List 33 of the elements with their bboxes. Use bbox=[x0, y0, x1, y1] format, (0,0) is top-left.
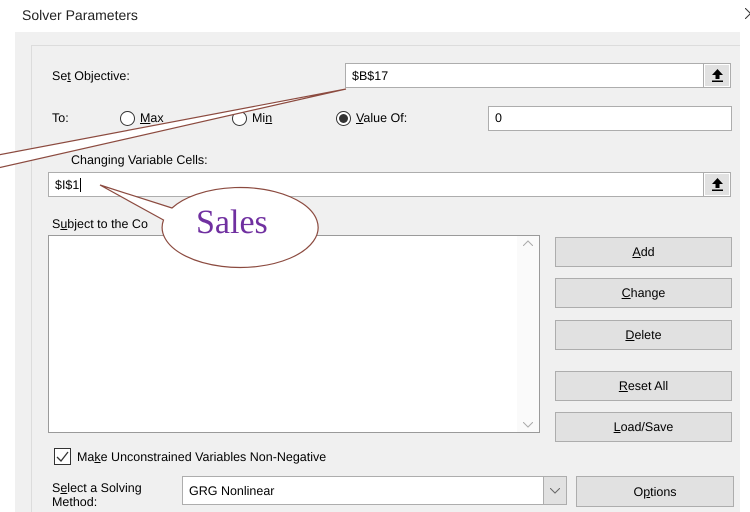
radio-label[interactable]: Min bbox=[252, 111, 272, 125]
radio-label[interactable]: Max bbox=[140, 111, 164, 125]
field-label: Set Objective: bbox=[51, 68, 131, 82]
window-title: Solver Parameters bbox=[22, 7, 138, 23]
callout-text: Sales bbox=[196, 206, 268, 240]
action-button[interactable]: Load/Save bbox=[555, 412, 732, 442]
field-label: To: bbox=[51, 111, 70, 125]
checkbox[interactable] bbox=[54, 448, 71, 465]
variable-cells-field[interactable]: $I$1 bbox=[48, 172, 731, 197]
action-button[interactable]: Add bbox=[555, 237, 732, 267]
cell-reference-text: $B$17 bbox=[352, 68, 388, 82]
field-label: Subject to the Co bbox=[51, 217, 148, 231]
upload-arrow-icon bbox=[712, 69, 722, 82]
text-caret bbox=[80, 178, 82, 192]
field-label: Changing Variable Cells: bbox=[70, 153, 208, 167]
checkbox-label: Make Unconstrained Variables Non-Negative bbox=[77, 450, 326, 464]
action-button[interactable]: Delete bbox=[555, 320, 732, 350]
chevron-down-icon bbox=[550, 488, 560, 494]
radio-button[interactable] bbox=[336, 110, 351, 126]
action-button[interactable]: Reset All bbox=[555, 371, 732, 401]
radio-button[interactable] bbox=[120, 110, 135, 126]
objective-field[interactable]: $B$17 bbox=[345, 63, 731, 88]
radio-label[interactable]: Value Of: bbox=[356, 111, 408, 125]
action-button[interactable]: Change bbox=[555, 278, 732, 308]
dropdown-value: GRG Nonlinear bbox=[188, 482, 276, 500]
options-button[interactable]: Options bbox=[576, 476, 734, 507]
field-label: Select a Solving Method: bbox=[51, 480, 143, 509]
value-field[interactable]: 0 bbox=[488, 106, 732, 130]
collapse-button[interactable] bbox=[704, 173, 730, 196]
collapse-button[interactable] bbox=[704, 64, 730, 87]
cell-reference-text: $I$1 bbox=[55, 178, 80, 192]
upload-arrow-icon bbox=[712, 178, 722, 191]
method-dropdown[interactable]: GRG Nonlinear bbox=[182, 476, 567, 505]
